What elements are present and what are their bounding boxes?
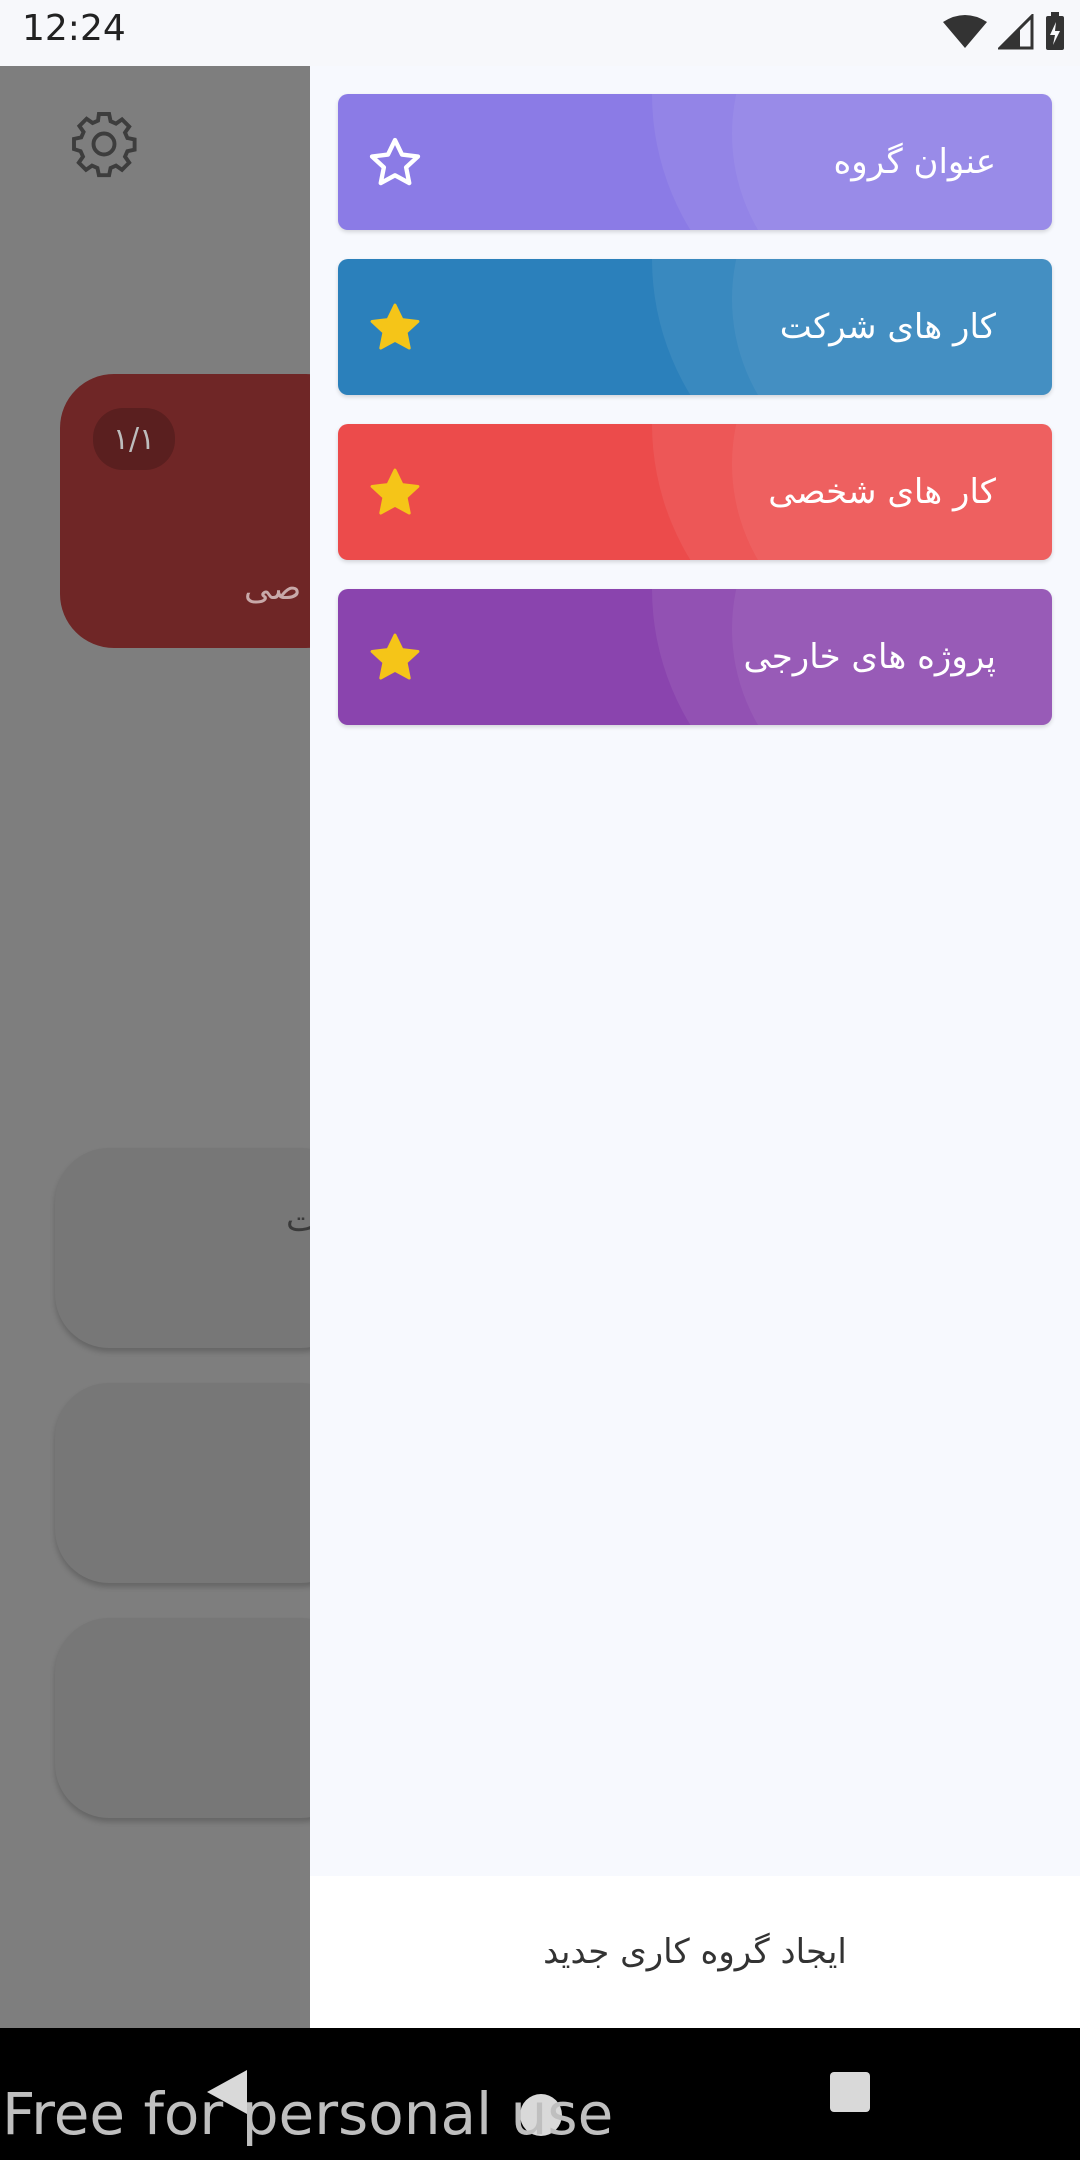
wifi-icon (943, 15, 987, 48)
group-label: کار های شخصی (768, 472, 996, 512)
settings-gear-icon (72, 112, 137, 178)
group-item-title[interactable]: عنوان گروه (338, 94, 1052, 230)
group-label: عنوان گروه (833, 142, 996, 182)
drawer-footer: ایجاد گروه کاری جدید (310, 1876, 1080, 2028)
group-item-external-projects[interactable]: پروژه های خارجی (338, 589, 1052, 725)
star-filled-icon[interactable] (366, 629, 424, 687)
group-label: پروژه های خارجی (743, 637, 996, 677)
group-item-company-tasks[interactable]: کار های شرکت (338, 259, 1052, 395)
background-count-badge: ۱/۱ (93, 408, 175, 470)
star-outline-icon[interactable] (366, 134, 424, 192)
navigation-drawer: عنوان گروه کار های شرکت کار های شخصی پرو… (310, 66, 1080, 2028)
star-filled-icon[interactable] (366, 299, 424, 357)
background-card-label: صی (244, 568, 302, 608)
clock: 12:24 (22, 8, 126, 49)
create-new-group-button[interactable]: ایجاد گروه کاری جدید (310, 1876, 1080, 2028)
star-filled-icon[interactable] (366, 464, 424, 522)
watermark: Free for personal use (2, 2080, 614, 2148)
group-item-personal-tasks[interactable]: کار های شخصی (338, 424, 1052, 560)
status-icons (942, 12, 1066, 52)
recent-apps-icon[interactable] (830, 2072, 870, 2112)
battery-charging-icon (1046, 12, 1064, 50)
status-bar: 12:24 (0, 0, 1080, 66)
cell-signal-icon (998, 14, 1034, 50)
group-label: کار های شرکت (779, 307, 996, 347)
